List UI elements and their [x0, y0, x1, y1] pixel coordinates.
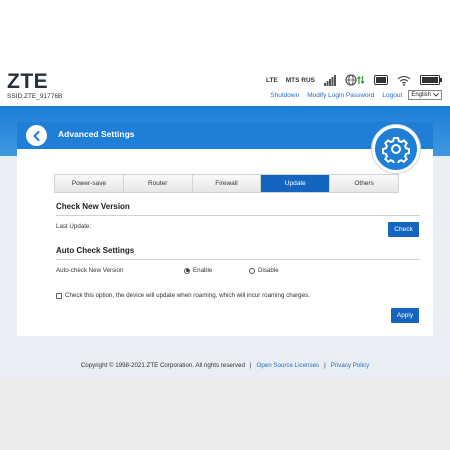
section-divider: [56, 215, 420, 216]
roaming-update-checkbox[interactable]: Check this option, the device will updat…: [56, 292, 310, 299]
back-button[interactable]: [26, 125, 47, 146]
tab-router[interactable]: Router: [124, 175, 193, 192]
footer-separator: |: [249, 362, 252, 369]
privacy-policy-link[interactable]: Privacy Policy: [331, 362, 370, 369]
top-links: Shutdown Modify Login Password Logout En…: [262, 90, 442, 100]
auto-check-label: Auto-check New Version: [56, 267, 124, 274]
checkbox-icon: [56, 292, 62, 299]
section-divider: [56, 259, 420, 260]
wifi-icon: [397, 75, 411, 86]
page-bottom-background: [0, 378, 450, 450]
tab-update[interactable]: Update: [261, 175, 331, 192]
roaming-update-label: Check this option, the device will updat…: [65, 292, 310, 299]
last-update-label: Last Update:: [56, 223, 92, 230]
disable-radio-label: Disable: [258, 267, 279, 274]
enable-radio[interactable]: Enable: [184, 267, 212, 274]
logout-link[interactable]: Logout: [382, 92, 402, 99]
top-bar: ZTE SSID:ZTE_91776B LTE MTS RUS Shutdown…: [0, 66, 450, 106]
network-type: LTE: [265, 76, 278, 84]
advanced-settings-panel: Advanced Settings Power-save Router Fire…: [17, 122, 433, 336]
panel-header: Advanced Settings: [17, 122, 433, 149]
auto-check-settings-heading: Auto Check Settings: [56, 246, 135, 255]
tab-others[interactable]: Others: [330, 175, 398, 192]
chevron-left-icon: [33, 130, 40, 141]
footer-separator: |: [324, 362, 326, 369]
disable-radio[interactable]: Disable: [249, 267, 279, 274]
apply-button[interactable]: Apply: [391, 308, 419, 323]
copyright-text: Copyright © 1998-2021 ZTE Corporation. A…: [80, 362, 245, 369]
shutdown-link[interactable]: Shutdown: [270, 92, 299, 99]
settings-tabs: Power-save Router Firewall Update Others: [54, 174, 399, 193]
tab-firewall[interactable]: Firewall: [193, 175, 262, 192]
sms-icon[interactable]: [374, 75, 388, 85]
page-title: Advanced Settings: [58, 129, 135, 139]
open-source-licenses-link[interactable]: Open Source Licenses: [257, 362, 320, 369]
battery-icon: [420, 75, 442, 85]
status-bar: LTE MTS RUS: [258, 72, 442, 88]
enable-radio-label: Enable: [193, 267, 213, 274]
check-new-version-heading: Check New Version: [56, 202, 130, 211]
radio-selected-icon: [184, 267, 190, 274]
footer: Copyright © 1998-2021 ZTE Corporation. A…: [0, 362, 450, 369]
check-button[interactable]: Check: [388, 222, 419, 237]
tab-power-save[interactable]: Power-save: [55, 175, 124, 192]
language-value: English: [411, 92, 431, 98]
modify-login-password-link[interactable]: Modify Login Password: [307, 92, 374, 99]
zte-logo: ZTE: [7, 70, 49, 93]
language-select[interactable]: English: [408, 90, 442, 100]
ssid-label: SSID:ZTE_91776B: [7, 93, 63, 100]
operator-name: MTS RUS: [285, 76, 315, 84]
signal-strength-icon: [324, 74, 336, 86]
gear-icon: [372, 125, 420, 173]
radio-unselected-icon: [249, 267, 255, 274]
internet-connected-icon: [345, 74, 365, 86]
chevron-down-icon: [433, 93, 439, 97]
